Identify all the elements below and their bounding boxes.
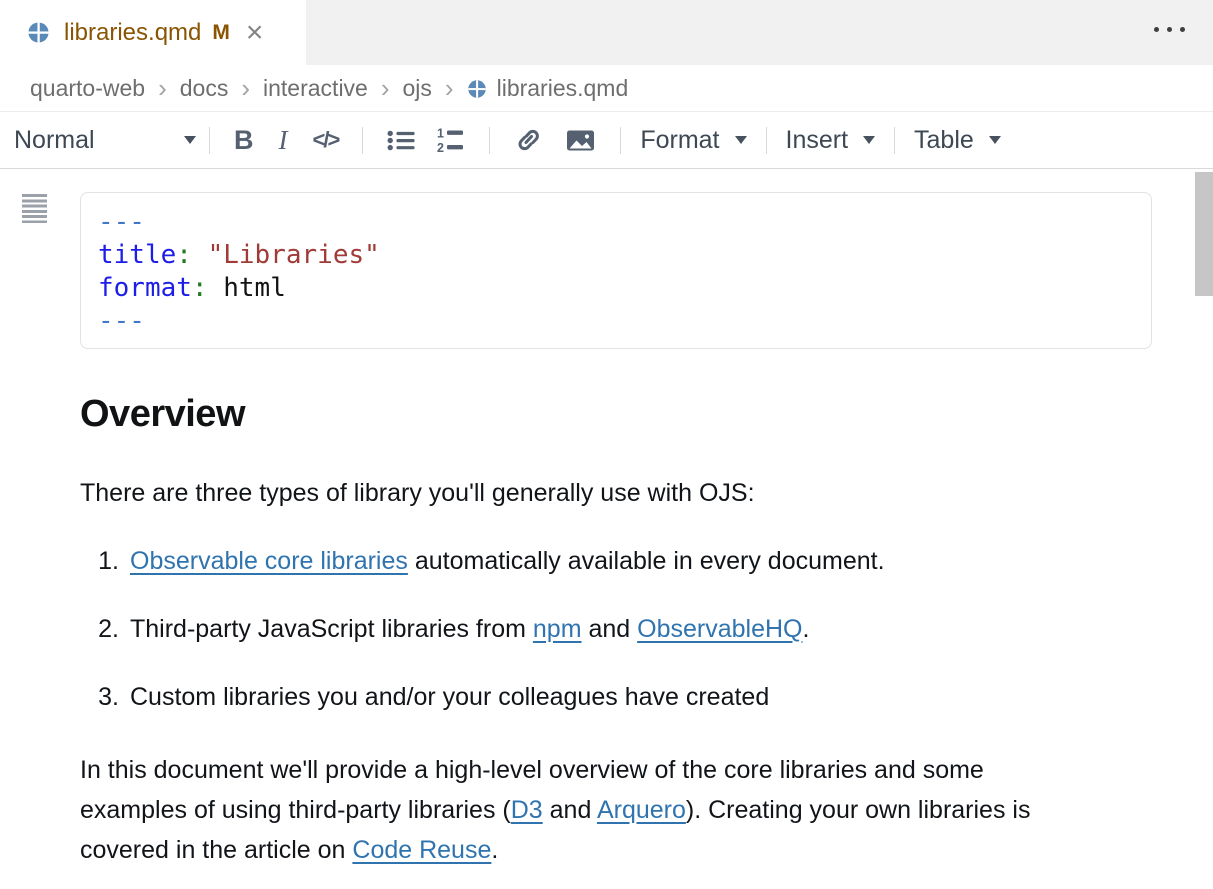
bulleted-list-button[interactable] — [376, 129, 426, 152]
block-drag-handle-icon[interactable] — [22, 194, 47, 223]
svg-text:1: 1 — [437, 127, 444, 141]
list-item-number: 3. — [80, 682, 130, 713]
breadcrumb-item-quarto-web[interactable]: quarto-web — [30, 75, 145, 102]
code-token: --- — [98, 207, 145, 237]
chevron-right-icon: › — [445, 75, 454, 101]
doc-link[interactable]: ObservableHQ — [637, 615, 802, 643]
insert-image-button[interactable] — [554, 128, 607, 153]
code-token: --- — [98, 306, 145, 336]
format-menu[interactable]: Format — [634, 126, 752, 155]
code-token: : — [176, 240, 192, 270]
chevron-right-icon: › — [381, 75, 390, 101]
yaml-front-matter-block[interactable]: ---title: "Libraries"format: html--- — [80, 192, 1152, 349]
italic-button[interactable]: I — [265, 125, 302, 156]
visual-editor-canvas[interactable]: ---title: "Libraries"format: html--- Ove… — [0, 169, 1213, 889]
text-segment: automatically available in every documen… — [408, 547, 885, 575]
breadcrumb-item-docs[interactable]: docs — [180, 75, 229, 102]
code-token: html — [223, 273, 286, 303]
numbered-list-icon: 1 2 — [437, 127, 465, 154]
paragraph-style-dropdown[interactable]: Normal — [14, 126, 196, 155]
list-item-text: Observable core libraries automatically … — [130, 546, 885, 577]
breadcrumb-item-interactive[interactable]: interactive — [263, 75, 368, 102]
code-token: : — [192, 273, 208, 303]
table-menu[interactable]: Table — [908, 126, 1007, 155]
text-segment: Custom libraries you and/or your colleag… — [130, 683, 769, 711]
insert-menu-label: Insert — [786, 126, 849, 155]
code-token: format — [98, 273, 192, 303]
text-segment: . — [491, 836, 498, 864]
text-segment: and — [582, 615, 638, 643]
modified-badge: M — [212, 21, 230, 45]
toolbar-separator — [894, 127, 895, 154]
code-token: title — [98, 240, 176, 270]
image-icon — [565, 128, 596, 153]
chevron-right-icon: › — [241, 75, 250, 101]
code-token — [192, 240, 208, 270]
code-line: --- — [98, 305, 1133, 338]
document-body: ---title: "Libraries"format: html--- Ove… — [0, 169, 1213, 870]
insert-menu[interactable]: Insert — [780, 126, 882, 155]
list-item: 3. Custom libraries you and/or your coll… — [80, 682, 1213, 713]
code-line: format: html — [98, 272, 1133, 305]
vertical-scrollbar-thumb[interactable] — [1195, 172, 1213, 296]
doc-link[interactable]: D3 — [511, 796, 543, 824]
chevron-down-icon — [184, 136, 196, 144]
list-item-number: 2. — [80, 614, 130, 645]
section-heading: Overview — [80, 393, 1213, 436]
insert-link-button[interactable] — [503, 127, 554, 153]
tab-title: libraries.qmd — [64, 19, 201, 47]
list-item-number: 1. — [80, 546, 130, 577]
list-item-text: Third-party JavaScript libraries from np… — [130, 614, 809, 645]
intro-paragraph: There are three types of library you'll … — [80, 478, 1213, 508]
code-token: "Libraries" — [208, 240, 380, 270]
list-item: 2. Third-party JavaScript libraries from… — [80, 614, 1213, 645]
svg-text:2: 2 — [437, 141, 444, 154]
list-item: 1. Observable core libraries automatical… — [80, 546, 1213, 577]
numbered-list-button[interactable]: 1 2 — [426, 127, 476, 154]
breadcrumb-item-file[interactable]: libraries.qmd — [497, 75, 629, 102]
code-button[interactable]: </> — [302, 127, 350, 153]
toolbar-separator — [362, 127, 363, 154]
text-segment: and — [543, 796, 597, 824]
tab-libraries-qmd[interactable]: libraries.qmd M × — [0, 0, 306, 65]
chevron-down-icon — [989, 136, 1001, 144]
toolbar-separator — [209, 127, 210, 154]
chevron-down-icon — [863, 136, 875, 144]
bulleted-list-icon — [387, 129, 415, 152]
format-menu-label: Format — [640, 126, 719, 155]
toolbar-separator — [489, 127, 490, 154]
doc-link[interactable]: Arquero — [597, 796, 686, 824]
breadcrumb: quarto-web › docs › interactive › ojs › … — [0, 65, 1213, 112]
more-actions-icon[interactable] — [1154, 27, 1185, 32]
tab-bar: libraries.qmd M × — [0, 0, 1213, 65]
formatting-toolbar: Normal B I </> 1 2 — [0, 112, 1213, 169]
library-types-list: 1. Observable core libraries automatical… — [80, 546, 1213, 713]
bold-button[interactable]: B — [223, 125, 265, 156]
code-token — [208, 273, 224, 303]
toolbar-separator — [620, 127, 621, 154]
doc-link[interactable]: Observable core libraries — [130, 547, 408, 575]
code-line: --- — [98, 206, 1133, 239]
text-segment: . — [803, 615, 810, 643]
close-tab-icon[interactable]: × — [246, 18, 264, 48]
quarto-file-icon — [467, 79, 487, 99]
link-icon — [514, 127, 543, 153]
text-segment: Third-party JavaScript libraries from — [130, 615, 533, 643]
doc-link[interactable]: Code Reuse — [352, 836, 491, 864]
chevron-right-icon: › — [158, 75, 167, 101]
doc-link[interactable]: npm — [533, 615, 582, 643]
closing-paragraph: In this document we'll provide a high-le… — [80, 750, 1096, 870]
paragraph-style-value: Normal — [14, 126, 95, 155]
chevron-down-icon — [735, 136, 747, 144]
quarto-file-icon — [27, 21, 50, 44]
list-item-text: Custom libraries you and/or your colleag… — [130, 682, 769, 713]
toolbar-separator — [766, 127, 767, 154]
table-menu-label: Table — [914, 126, 974, 155]
breadcrumb-item-ojs[interactable]: ojs — [403, 75, 432, 102]
code-line: title: "Libraries" — [98, 239, 1133, 272]
